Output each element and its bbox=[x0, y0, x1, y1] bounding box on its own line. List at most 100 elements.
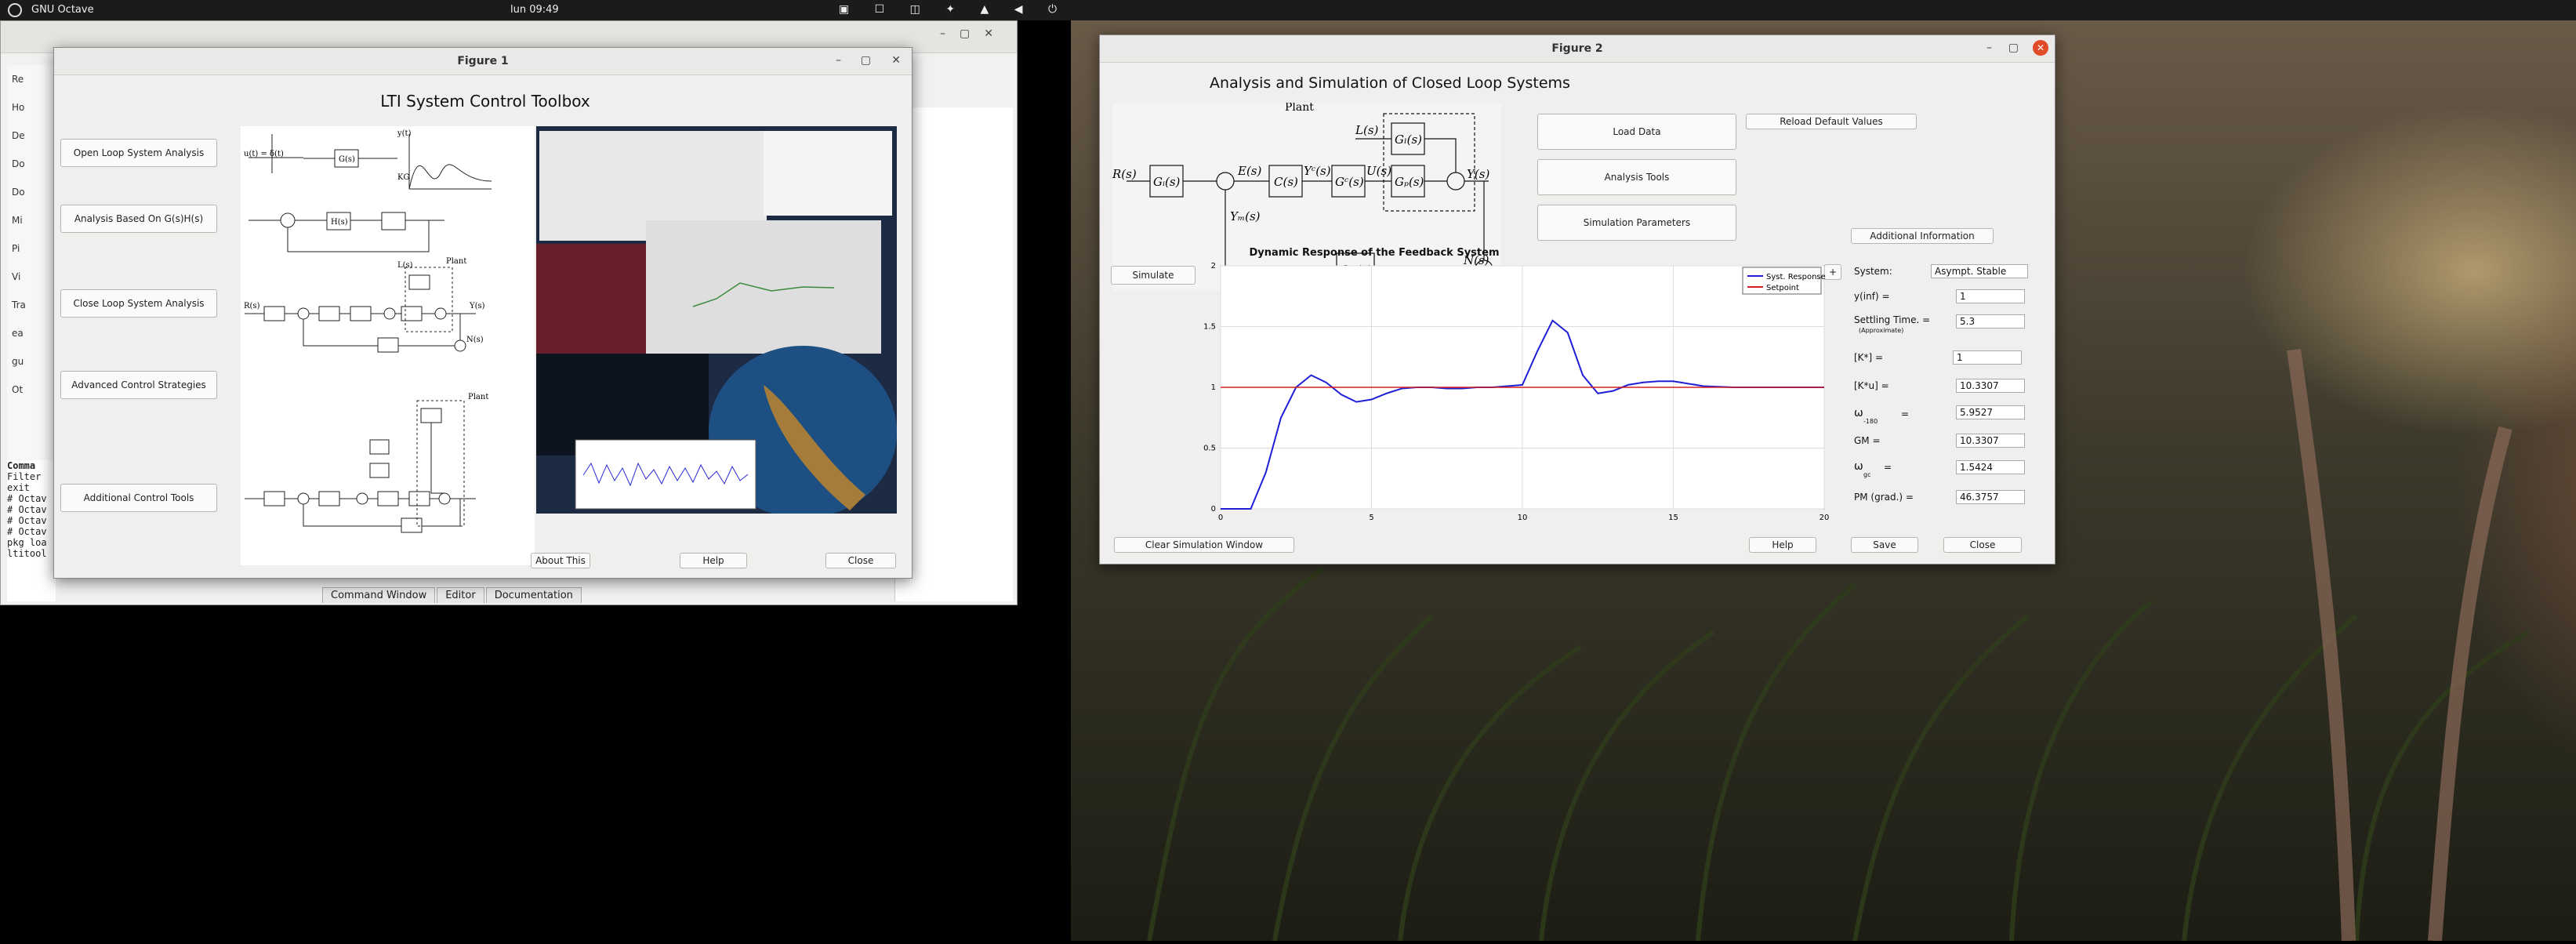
gm-label: GM = bbox=[1854, 435, 1881, 446]
gp-label: Gₚ(s) bbox=[1395, 175, 1424, 189]
help-button[interactable]: Help bbox=[680, 553, 747, 568]
simulate-button[interactable]: Simulate bbox=[1111, 266, 1195, 285]
omega180-field[interactable]: 5.9527 bbox=[1956, 405, 2025, 419]
legend-entry: Syst. Response bbox=[1766, 273, 1826, 281]
cs-label: C(s) bbox=[1274, 175, 1298, 189]
history-line[interactable]: # Octav bbox=[7, 504, 56, 515]
octave-window-controls[interactable]: –▢✕ bbox=[940, 27, 1007, 40]
yinf-field[interactable]: 1 bbox=[1956, 289, 2025, 303]
close-icon[interactable]: ✕ bbox=[891, 54, 901, 67]
input-label: u(t) = δ(t) bbox=[244, 150, 284, 158]
sidebar-item[interactable]: Do bbox=[7, 150, 54, 178]
reload-defaults-button[interactable]: Reload Default Values bbox=[1746, 114, 1917, 129]
gc-label: Gᶜ(s) bbox=[1335, 175, 1364, 189]
history-line[interactable]: ltitool bbox=[7, 548, 56, 559]
ls-label: L(s) bbox=[397, 261, 413, 270]
gl-label: Gₗ(s) bbox=[1395, 133, 1422, 147]
rs-label: R(s) bbox=[1112, 167, 1137, 181]
ym-label: Yₘ(s) bbox=[1230, 209, 1261, 223]
settling-time-field[interactable]: 5.3 bbox=[1956, 314, 2025, 329]
activities-icon[interactable] bbox=[8, 3, 22, 17]
minimize-icon[interactable]: – bbox=[1986, 42, 1992, 54]
sidebar-item[interactable]: Do bbox=[7, 178, 54, 206]
omega180-sub: -180 bbox=[1863, 418, 1878, 425]
tab-editor[interactable]: Editor bbox=[437, 587, 484, 603]
figure2-window: Figure 2 – ▢ ✕ Analysis and Simulation o… bbox=[1099, 34, 2055, 565]
clear-simulation-button[interactable]: Clear Simulation Window bbox=[1114, 537, 1294, 553]
load-data-button[interactable]: Load Data bbox=[1537, 114, 1736, 150]
close-icon[interactable]: ✕ bbox=[2033, 40, 2048, 56]
sidebar-item[interactable]: Re bbox=[7, 65, 54, 93]
close-loop-button[interactable]: Close Loop System Analysis bbox=[60, 289, 217, 318]
plant-label: Plant bbox=[446, 257, 466, 266]
kstaru-label: [K*u] = bbox=[1854, 380, 1889, 391]
sidebar-item[interactable]: Vi bbox=[7, 263, 54, 291]
omegagc-equals: = bbox=[1884, 462, 1892, 473]
x-tick-label: 0 bbox=[1218, 514, 1223, 522]
plot-title: Dynamic Response of the Feedback System bbox=[1249, 247, 1500, 259]
sidebar-item[interactable]: Pi bbox=[7, 234, 54, 263]
command-history-pane[interactable]: Comma Filter exit # Octav # Octav # Octa… bbox=[7, 460, 56, 601]
block-diagrams-image: u(t) = δ(t) G(s) y(t) KG H(s) R(s) Y(s) … bbox=[241, 126, 535, 565]
maximize-icon[interactable]: ▢ bbox=[2008, 42, 2019, 54]
figure2-titlebar[interactable]: Figure 2 – ▢ ✕ bbox=[1100, 35, 2055, 63]
sidebar-item[interactable]: Ho bbox=[7, 93, 54, 122]
gm-field[interactable]: 10.3307 bbox=[1956, 434, 2025, 448]
kstaru-field[interactable]: 10.3307 bbox=[1956, 379, 2025, 393]
sidebar-item[interactable]: ea bbox=[7, 319, 54, 347]
plant2-label: Plant bbox=[468, 393, 488, 401]
history-line[interactable]: # Octav bbox=[7, 493, 56, 504]
additional-tools-button[interactable]: Additional Control Tools bbox=[60, 484, 217, 512]
save-button[interactable]: Save bbox=[1851, 537, 1918, 553]
pm-field[interactable]: 46.3757 bbox=[1956, 490, 2025, 504]
additional-info-button[interactable]: Additional Information bbox=[1851, 228, 1994, 244]
collage-svg bbox=[536, 126, 897, 514]
minimize-icon[interactable]: – bbox=[836, 54, 841, 67]
tab-documentation[interactable]: Documentation bbox=[485, 587, 582, 603]
history-line[interactable]: # Octav bbox=[7, 526, 56, 537]
advanced-control-button[interactable]: Advanced Control Strategies bbox=[60, 371, 217, 399]
history-line[interactable]: # Octav bbox=[7, 515, 56, 526]
clock[interactable]: lun 09:49 bbox=[510, 4, 559, 16]
ls-label: L(s) bbox=[1355, 123, 1379, 137]
close-button[interactable]: Close bbox=[1943, 537, 2022, 553]
history-line[interactable]: exit bbox=[7, 482, 56, 493]
rs-label: R(s) bbox=[244, 302, 260, 310]
yinf-label: y(inf) = bbox=[1854, 291, 1890, 302]
ns-label: N(s) bbox=[466, 336, 484, 344]
tab-command-window[interactable]: Command Window bbox=[322, 587, 436, 603]
maximize-icon[interactable]: ▢ bbox=[861, 54, 871, 67]
octave-tabs: Command Window Editor Documentation bbox=[322, 587, 583, 603]
filter-label: Filter bbox=[7, 471, 42, 482]
yt-label: y(t) bbox=[397, 129, 412, 138]
help-button[interactable]: Help bbox=[1749, 537, 1816, 553]
hs-label: H(s) bbox=[331, 218, 348, 227]
about-button[interactable]: About This bbox=[531, 553, 590, 568]
y-tick-label: 1.5 bbox=[1203, 323, 1216, 332]
y-tick-label: 2 bbox=[1211, 263, 1216, 270]
top-panel: GNU Octave lun 09:49 ▣ ☐ ◫ ✦ ▲ ◀ ⏻ bbox=[0, 0, 2576, 20]
omegagc-field[interactable]: 1.5424 bbox=[1956, 460, 2025, 474]
history-line[interactable]: pkg loa bbox=[7, 537, 56, 548]
pm-label: PM (grad.) = bbox=[1854, 492, 1914, 503]
kg-label: KG bbox=[397, 173, 409, 182]
sidebar-item[interactable]: Tra bbox=[7, 291, 54, 319]
sidebar-item[interactable]: Mi bbox=[7, 206, 54, 234]
gh-analysis-button[interactable]: Analysis Based On G(s)H(s) bbox=[60, 205, 217, 233]
chart-legend: Syst. Response Setpoint bbox=[1742, 267, 1826, 295]
sidebar-item[interactable]: Ot bbox=[7, 376, 54, 404]
app-menu[interactable]: GNU Octave bbox=[31, 4, 94, 16]
system-field[interactable]: Asympt. Stable bbox=[1931, 264, 2028, 278]
figure1-titlebar[interactable]: Figure 1 – ▢ ✕ bbox=[54, 48, 912, 75]
sidebar-item[interactable]: De bbox=[7, 122, 54, 150]
kstar-field[interactable]: 1 bbox=[1953, 350, 2022, 365]
sidebar-item[interactable]: gu bbox=[7, 347, 54, 376]
x-tick-label: 20 bbox=[1820, 514, 1830, 522]
simulation-parameters-button[interactable]: Simulation Parameters bbox=[1537, 205, 1736, 241]
response-plot[interactable]: 0 5 10 15 20 0 0.5 1 1.5 2 Syst. Response Setpoint bbox=[1197, 263, 1856, 561]
close-button[interactable]: Close bbox=[825, 553, 896, 568]
open-loop-button[interactable]: Open Loop System Analysis bbox=[60, 139, 217, 167]
es-label: E(s) bbox=[1237, 164, 1261, 178]
analysis-tools-button[interactable]: Analysis Tools bbox=[1537, 159, 1736, 195]
system-tray-icons[interactable]: ▣ ☐ ◫ ✦ ▲ ◀ ⏻ bbox=[839, 3, 1068, 16]
